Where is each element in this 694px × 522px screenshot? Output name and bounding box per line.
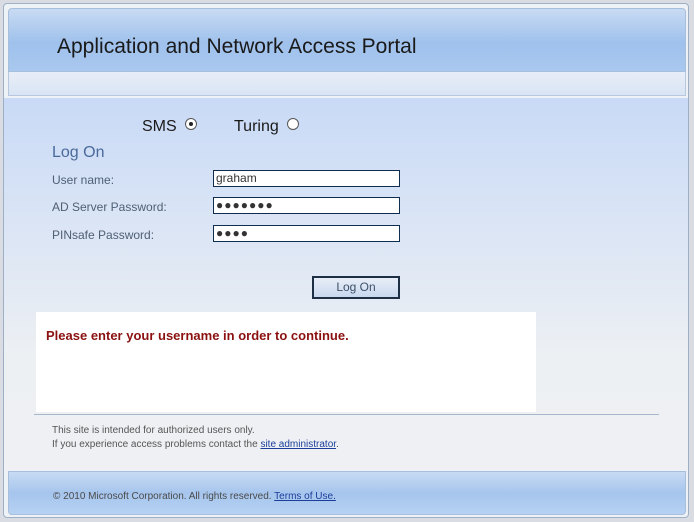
notice-line-2-suffix: . <box>336 439 339 450</box>
notice-line-2: If you experience access problems contac… <box>52 439 339 450</box>
main-content: SMS Turing Log On User name: graham AD S… <box>4 98 688 470</box>
header-banner: Application and Network Access Portal <box>8 8 686 72</box>
auth-option-sms-label: SMS <box>142 118 177 135</box>
page-title: Application and Network Access Portal <box>57 35 417 58</box>
pinsafe-password-mask: ●●●● <box>216 226 249 240</box>
username-value: graham <box>216 171 257 185</box>
auth-option-sms[interactable]: SMS <box>142 118 198 136</box>
terms-of-use-link[interactable]: Terms of Use. <box>274 491 336 502</box>
username-label: User name: <box>52 173 115 187</box>
username-input[interactable]: graham <box>213 170 400 187</box>
ad-password-label: AD Server Password: <box>52 200 167 214</box>
portal-window: Application and Network Access Portal SM… <box>3 3 689 518</box>
auth-option-turing[interactable]: Turing <box>234 118 300 136</box>
ad-password-mask: ●●●●●●● <box>216 198 274 212</box>
turing-radio-button[interactable] <box>287 118 300 130</box>
logon-button[interactable]: Log On <box>312 276 400 299</box>
notice-line-2-prefix: If you experience access problems contac… <box>52 439 261 450</box>
pinsafe-password-label: PINsafe Password: <box>52 228 155 242</box>
copyright-text: © 2010 Microsoft Corporation. All rights… <box>53 491 275 502</box>
logon-heading: Log On <box>52 144 105 161</box>
message-panel: Please enter your username in order to c… <box>36 312 536 412</box>
footer-bar: © 2010 Microsoft Corporation. All rights… <box>8 471 686 515</box>
sms-radio-button[interactable] <box>185 118 198 130</box>
site-administrator-link[interactable]: site administrator <box>260 439 336 450</box>
header-subbar <box>8 72 686 96</box>
error-message: Please enter your username in order to c… <box>46 328 349 343</box>
footer-text: © 2010 Microsoft Corporation. All rights… <box>53 491 336 502</box>
divider <box>34 414 659 415</box>
auth-option-turing-label: Turing <box>234 118 279 135</box>
ad-password-input[interactable]: ●●●●●●● <box>213 197 400 214</box>
notice-line-1: This site is intended for authorized use… <box>52 425 255 436</box>
pinsafe-password-input[interactable]: ●●●● <box>213 225 400 242</box>
